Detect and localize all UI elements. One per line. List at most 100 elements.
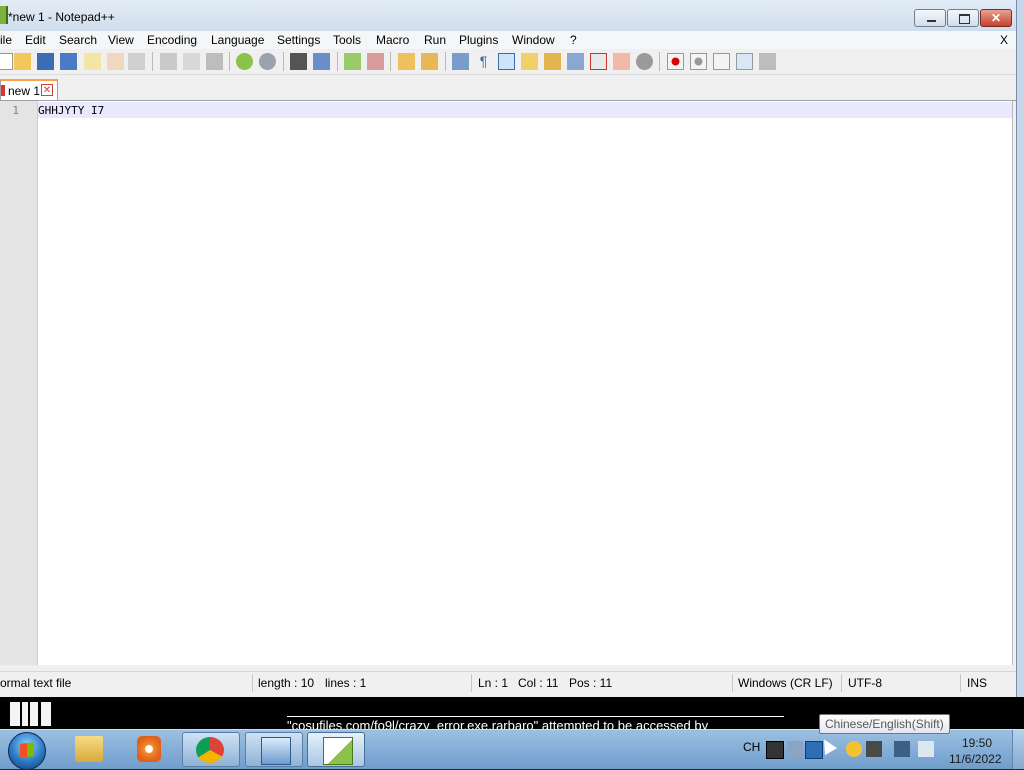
menu-view[interactable]: View [108,33,134,47]
status-file-type: ormal text file [0,676,72,690]
menu-language[interactable]: Language [211,33,264,47]
taskbar: CH 19:50 11/6/2022 [0,729,1024,770]
clock-date[interactable]: 11/6/2022 [949,752,1002,766]
menu-file[interactable]: ile [0,33,12,47]
new-file-icon[interactable] [0,53,13,70]
background-window-edge [1017,0,1024,697]
status-length: length : 10 [258,676,315,690]
editor-line[interactable]: GHHJYTY I7 [38,104,104,117]
status-encoding[interactable]: UTF-8 [848,676,882,690]
taskbar-control-panel-button[interactable] [245,732,303,767]
close-icon[interactable] [84,53,101,70]
folder-as-workspace-icon[interactable] [590,53,607,70]
desktop-fragment [22,702,28,726]
user-defined-lang-icon[interactable] [521,53,538,70]
notepadpp-icon[interactable] [0,6,8,24]
doc-map-icon[interactable] [544,53,561,70]
input-method-icon[interactable] [766,741,784,759]
playback-macro-icon[interactable] [713,53,730,70]
maximize-button[interactable] [947,9,979,27]
status-pos: Pos : 11 [569,676,613,690]
language-indicator[interactable]: CH [743,740,760,754]
menu-tools[interactable]: Tools [333,33,361,47]
tray-tooltip: Chinese/English(Shift) [819,714,950,734]
volume-icon[interactable] [918,741,934,757]
save-macro-icon[interactable] [759,53,776,70]
ime-settings-icon[interactable] [787,741,803,757]
redo-icon[interactable] [259,53,276,70]
replace-icon[interactable] [313,53,330,70]
close-document-x[interactable]: X [1000,33,1008,47]
save-all-icon[interactable] [60,53,77,70]
function-list-icon[interactable] [567,53,584,70]
notification-divider [287,716,784,717]
status-ln: Ln : 1 [478,676,509,690]
record-macro-icon[interactable] [667,53,684,70]
action-center-icon[interactable] [866,741,882,757]
status-mode[interactable]: INS [967,676,987,690]
sync-horizontal-icon[interactable] [421,53,438,70]
notepadpp-icon [323,737,353,765]
tab-new-1[interactable]: new 1 ✕ [0,79,58,100]
desktop-fragment [41,702,51,726]
close-button[interactable] [980,9,1012,27]
line-number: 1 [12,104,19,117]
status-separator [252,674,253,692]
menu-settings[interactable]: Settings [277,33,320,47]
save-icon[interactable] [37,53,54,70]
status-col: Col : 11 [518,676,559,690]
taskbar-chrome-button[interactable] [182,732,240,767]
run-macro-multiple-icon[interactable] [736,53,753,70]
menu-macro[interactable]: Macro [376,33,409,47]
monitoring-icon[interactable] [613,53,630,70]
sync-vertical-icon[interactable] [398,53,415,70]
menu-bar: ile Edit Search View Encoding Language S… [0,31,1016,49]
monitoring-eye-icon[interactable] [636,53,653,70]
desktop-fragment [30,702,38,726]
find-icon[interactable] [290,53,307,70]
network-icon[interactable] [894,741,910,757]
menu-edit[interactable]: Edit [25,33,46,47]
paste-icon[interactable] [206,53,223,70]
show-all-chars-icon[interactable]: ¶ [475,53,492,70]
desktop-fragment [10,702,20,726]
toolbar-separator [152,52,153,71]
toolbar-separator [659,52,660,71]
start-button[interactable] [8,732,46,770]
editor-area[interactable]: 1 GHHJYTY I7 [0,101,1013,665]
cut-icon[interactable] [160,53,177,70]
menu-run[interactable]: Run [424,33,446,47]
notepadpp-window: *new 1 - Notepad++ ile Edit Search View … [0,0,1017,697]
toolbar: ¶ [0,49,1016,75]
undo-icon[interactable] [236,53,253,70]
open-file-icon[interactable] [14,53,31,70]
copy-icon[interactable] [183,53,200,70]
minimize-button[interactable] [914,9,946,27]
taskbar-media-player-button[interactable] [120,732,178,767]
stop-record-icon[interactable] [690,53,707,70]
menu-encoding[interactable]: Encoding [147,33,197,47]
tab-close-icon[interactable]: ✕ [41,84,53,96]
status-separator [471,674,472,692]
status-lines: lines : 1 [325,676,367,690]
menu-plugins[interactable]: Plugins [459,33,498,47]
word-wrap-icon[interactable] [452,53,469,70]
title-bar[interactable]: *new 1 - Notepad++ [0,0,1016,32]
zoom-in-icon[interactable] [344,53,361,70]
taskbar-explorer-button[interactable] [60,732,118,767]
tray-app-icon[interactable] [846,741,862,757]
minimize-icon [915,10,945,26]
menu-help[interactable]: ? [570,33,577,47]
indent-guide-icon[interactable] [498,53,515,70]
menu-search[interactable]: Search [59,33,97,47]
toolbar-separator [283,52,284,71]
close-all-icon[interactable] [107,53,124,70]
menu-window[interactable]: Window [512,33,555,47]
print-icon[interactable] [128,53,145,70]
status-eol[interactable]: Windows (CR LF) [738,676,833,690]
zoom-out-icon[interactable] [367,53,384,70]
taskbar-notepadpp-button[interactable] [307,732,365,767]
clock-time[interactable]: 19:50 [962,736,992,750]
show-desktop-button[interactable] [1012,730,1024,769]
current-line-highlight [38,102,1012,118]
